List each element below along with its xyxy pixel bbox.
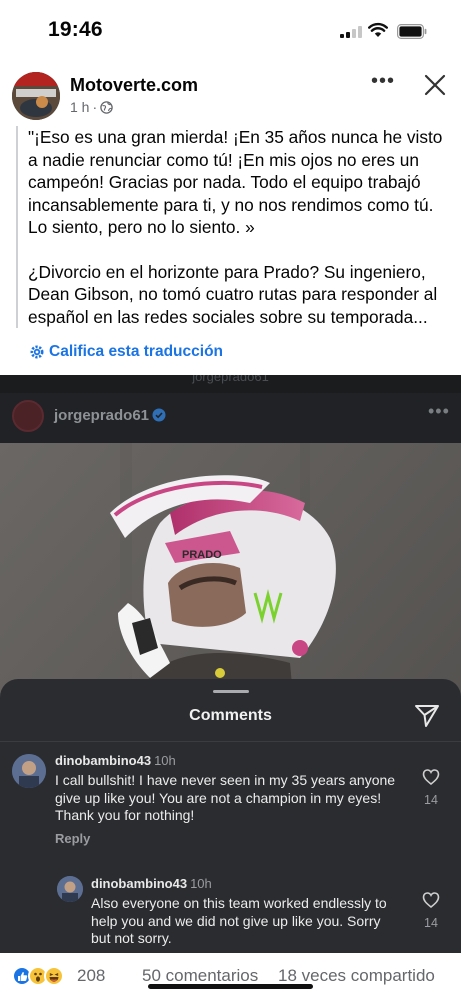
post-image[interactable]: jorgeprado61 jorgeprado61 ••• PRADO Comm…	[0, 375, 461, 953]
reaction-count[interactable]: 208	[77, 966, 105, 986]
comments-sheet: Comments dinobambino43 10h I call bullshi…	[0, 679, 461, 953]
comment-time: 10h	[154, 753, 176, 768]
send-icon	[415, 705, 439, 727]
comment-username: dinobambino43 10h	[91, 876, 212, 891]
image-top-caption: jorgeprado61	[192, 375, 269, 384]
status-bar: 19:46	[0, 0, 461, 56]
comment-user: dinobambino43	[55, 753, 152, 768]
sheet-handle	[213, 690, 249, 693]
more-options-icon[interactable]: •••	[370, 71, 396, 94]
comment-text: Also everyone on this team worked endles…	[91, 895, 387, 946]
post-paragraph: "¡Eso es una gran mierda! ¡En 35 años nu…	[28, 127, 443, 237]
heart-icon	[422, 892, 440, 909]
page-name[interactable]: Motoverte.com	[70, 75, 198, 96]
gear-icon	[30, 345, 44, 359]
instagram-username: jorgeprado61	[54, 407, 150, 424]
wifi-icon	[368, 22, 388, 37]
post-meta: 1 h ·	[70, 99, 113, 115]
verified-badge-icon	[152, 408, 166, 422]
like-count: 14	[424, 916, 438, 930]
reaction-icons[interactable]	[12, 966, 64, 986]
post-paragraph: ¿Divorcio en el horizonte para Prado? Su…	[28, 261, 438, 327]
rate-translation-label: Califica esta traducción	[49, 343, 224, 360]
like-count: 14	[424, 793, 438, 807]
rate-translation-link[interactable]: Califica esta traducción	[30, 343, 223, 361]
haha-reaction-icon	[44, 966, 64, 986]
comment-user: dinobambino43	[91, 876, 188, 891]
home-indicator[interactable]	[148, 984, 313, 989]
meta-separator: ·	[92, 99, 98, 115]
reply-link: Reply	[55, 831, 91, 846]
sheet-divider	[0, 741, 461, 742]
status-time: 19:46	[48, 18, 103, 41]
shares-count-link[interactable]: 18 veces compartido	[278, 966, 435, 986]
comment-username: dinobambino43 10h	[55, 753, 176, 768]
post-header: Motoverte.com 1 h · •••	[0, 56, 461, 122]
page-avatar[interactable]	[12, 72, 60, 120]
instagram-avatar	[12, 400, 44, 432]
comment-time: 10h	[190, 876, 212, 891]
instagram-more-icon: •••	[428, 401, 450, 421]
post-text: "¡Eso es una gran mierda! ¡En 35 años nu…	[16, 126, 446, 328]
heart-icon	[422, 769, 440, 786]
close-icon[interactable]	[422, 72, 448, 98]
globe-icon	[100, 100, 113, 114]
commenter-avatar	[57, 876, 83, 902]
comments-count-link[interactable]: 50 comentarios	[142, 966, 258, 986]
comment-text: I call bullshit! I have never seen in my…	[55, 772, 396, 823]
comments-title: Comments	[189, 707, 272, 724]
helmet-text: PRADO	[182, 549, 222, 561]
cellular-signal-icon	[340, 26, 362, 38]
instagram-post-header: jorgeprado61 •••	[0, 393, 461, 443]
battery-icon	[397, 24, 427, 39]
commenter-avatar	[12, 754, 46, 788]
post-time[interactable]: 1 h	[70, 99, 89, 115]
post-footer: 208 50 comentarios 18 veces compartido	[0, 954, 461, 998]
